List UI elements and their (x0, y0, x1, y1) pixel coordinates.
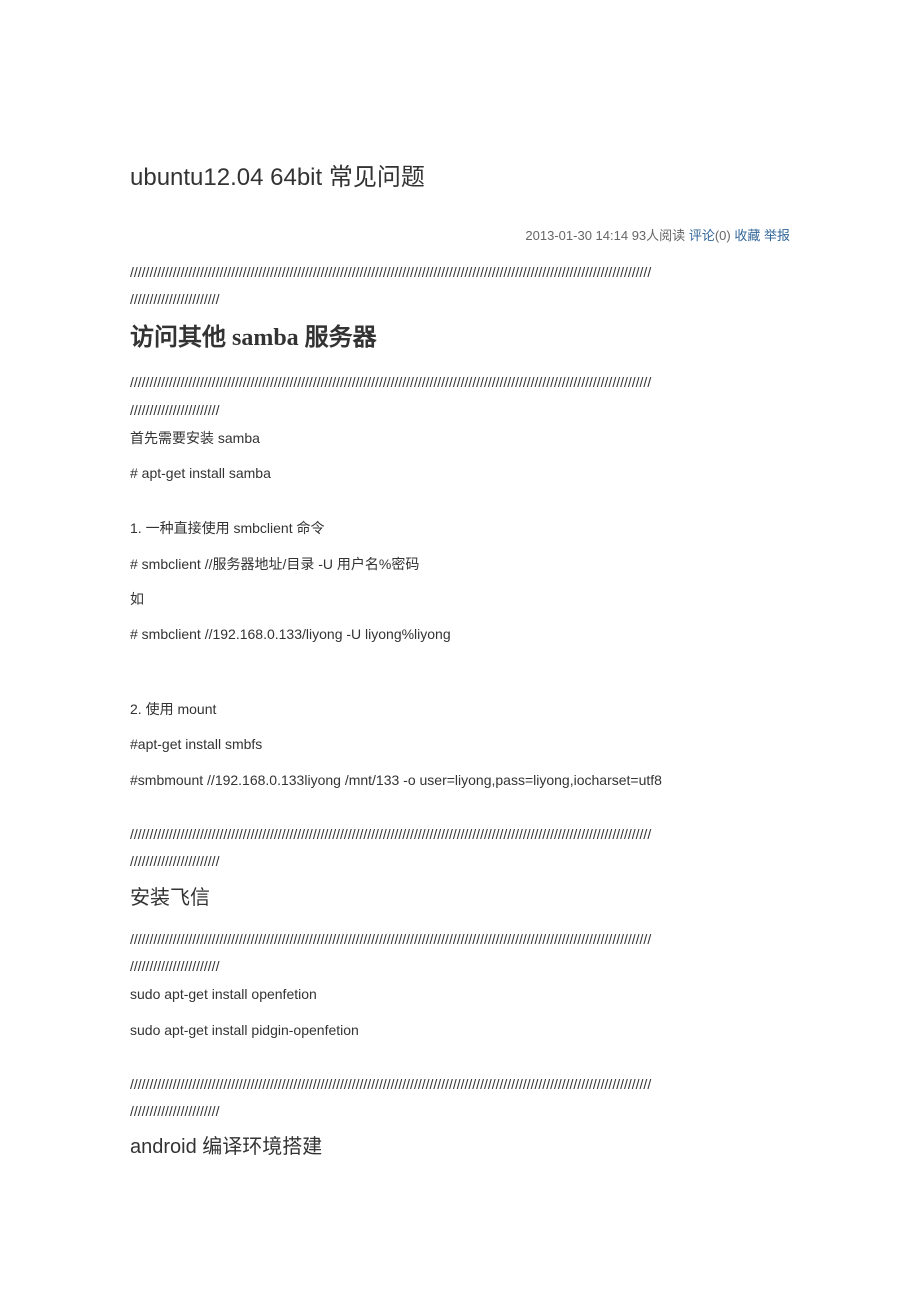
favorite-link[interactable]: 收藏 (734, 228, 760, 243)
comments-count: (0) (715, 228, 731, 243)
content-text: sudo apt-get install pidgin-openfetion (130, 1018, 790, 1043)
separator-line: /////////////////////// (130, 399, 790, 421)
reads-count: 93 (632, 228, 646, 243)
content-text: 首先需要安装 samba (130, 426, 790, 451)
content-text: 1. 一种直接使用 smbclient 命令 (130, 516, 790, 541)
content-text: # smbclient //192.168.0.133/liyong -U li… (130, 622, 790, 647)
report-link[interactable]: 举报 (764, 228, 790, 243)
post-meta: 2013-01-30 14:14 93人阅读 评论(0) 收藏 举报 (130, 226, 790, 246)
comments-link[interactable]: 评论 (689, 228, 715, 243)
separator-line: /////////////////////// (130, 1100, 790, 1122)
content-text: #smbmount //192.168.0.133liyong /mnt/133… (130, 768, 790, 793)
content-text: # smbclient //服务器地址/目录 -U 用户名%密码 (130, 552, 790, 577)
separator-line: /////////////////////// (130, 288, 790, 310)
section-title-samba: 访问其他 samba 服务器 (130, 320, 790, 356)
post-datetime: 2013-01-30 14:14 (525, 228, 628, 243)
content-text: 如 (130, 587, 790, 612)
separator-line: ////////////////////////////////////////… (130, 1073, 790, 1095)
content-text: #apt-get install smbfs (130, 732, 790, 757)
content-text: 2. 使用 mount (130, 697, 790, 722)
feixin-content-block: sudo apt-get install openfetion sudo apt… (130, 982, 790, 1042)
separator-line: ////////////////////////////////////////… (130, 261, 790, 283)
separator-line: /////////////////////// (130, 850, 790, 872)
separator-line: ////////////////////////////////////////… (130, 928, 790, 950)
content-text: # apt-get install samba (130, 461, 790, 486)
content-text: sudo apt-get install openfetion (130, 982, 790, 1007)
samba-content-block: 首先需要安装 samba # apt-get install samba 1. … (130, 426, 790, 793)
separator-line: ////////////////////////////////////////… (130, 823, 790, 845)
section-title-android: android 编译环境搭建 (130, 1132, 790, 1162)
separator-line: ////////////////////////////////////////… (130, 371, 790, 393)
section-title-feixin: 安装飞信 (130, 883, 790, 913)
reads-suffix: 人阅读 (646, 228, 685, 243)
separator-line: /////////////////////// (130, 955, 790, 977)
page-title: ubuntu12.04 64bit 常见问题 (130, 160, 790, 196)
